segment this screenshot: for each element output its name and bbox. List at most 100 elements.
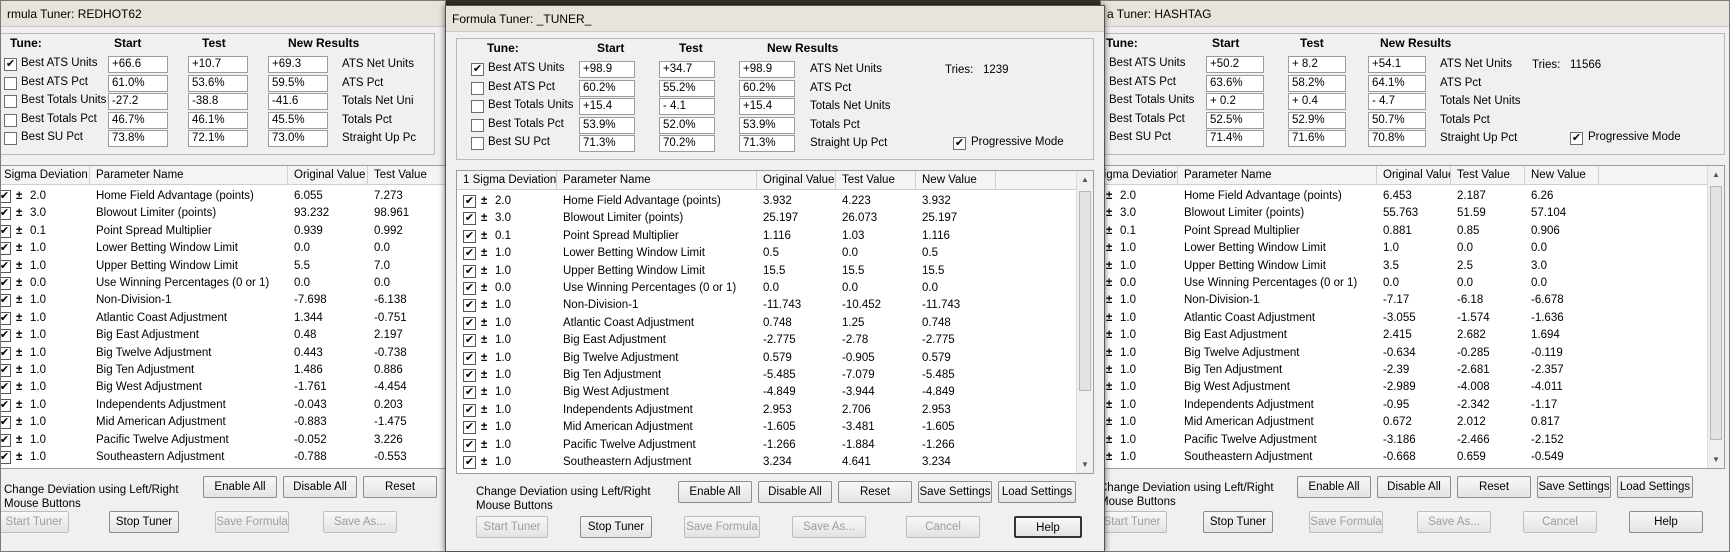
parameter-checkbox[interactable]: ✔ [463,195,476,208]
table-row[interactable]: ✔ ±1.0 Big Twelve Adjustment 0.443 -0.738 [1,345,445,362]
sigma-value[interactable]: 1.0 [30,240,46,257]
new-result-field[interactable]: 70.8% [1368,130,1426,147]
start-value-field[interactable]: 52.5% [1206,111,1264,129]
table-row[interactable]: ✔±0.1Point Spread Multiplier0.8810.850.9… [1101,223,1724,240]
cancel-button[interactable]: Cancel [1523,511,1597,533]
sigma-value[interactable]: 1.0 [1120,362,1136,379]
save-as-button[interactable]: Save As... [1417,511,1491,533]
save-settings-button[interactable]: Save Settings [1537,476,1611,498]
start-value-field[interactable]: +98.9 [579,61,635,78]
table-row[interactable]: ✔ ±1.0 Mid American Adjustment -1.605 -3.481… [457,419,1093,436]
table-row[interactable]: ✔ ±1.0 Pacific Twelve Adjustment -1.266 -1.8… [457,437,1093,454]
sigma-value[interactable]: 1.0 [30,362,46,379]
enable-all-button[interactable]: Enable All [678,481,752,503]
sigma-value[interactable]: 0.1 [30,223,46,240]
test-value-field[interactable]: 70.2% [659,135,715,152]
table-row[interactable]: ✔±1.0Southwestern Adjustment-0.508-2.816… [1101,466,1724,468]
table-row[interactable]: ✔±1.0Independents Adjustment-0.95-2.342-… [1101,397,1724,414]
table-row[interactable]: ✔±0.0Use Winning Percentages (0 or 1)0.0… [457,280,1093,297]
tune-checkbox[interactable] [4,132,17,145]
enable-all-button[interactable]: Enable All [1297,476,1371,498]
tune-checkbox[interactable] [4,76,17,90]
table-row[interactable]: ✔±1.0Pacific Twelve Adjustment-3.186-2.4… [1101,432,1724,449]
table-row[interactable]: ✔ ±0.1 Point Spread Multiplier 1.116 1.03 1.1… [457,228,1093,245]
table-row[interactable]: ✔ ±1.0 Lower Betting Window Limit 0.0 0.0 [1,240,445,257]
scroll-up-icon[interactable]: ▲ [1077,175,1093,184]
test-value-field[interactable]: 55.2% [659,79,715,97]
sigma-value[interactable]: 1.0 [1120,397,1136,414]
parameter-checkbox[interactable]: ✔ [463,473,476,474]
table-row[interactable]: ✔±3.0Blowout Limiter (points)55.76351.59… [1101,205,1724,222]
sigma-value[interactable]: 3.0 [30,205,46,222]
sigma-value[interactable]: 1.0 [30,345,46,362]
new-result-field[interactable]: 73.0% [268,130,328,147]
sigma-value[interactable]: 1.0 [495,367,511,384]
help-button[interactable]: Help [1629,511,1703,533]
test-value-field[interactable]: + 0.4 [1288,93,1346,110]
stop-tuner-button[interactable]: Stop Tuner [1203,511,1273,533]
tune-checkbox[interactable]: ✔ [4,58,17,71]
enable-all-button[interactable]: Enable All [203,476,277,498]
stop-tuner-button[interactable]: Stop Tuner [580,516,652,538]
test-value-field[interactable]: 58.2% [1288,74,1346,92]
test-value-header[interactable]: Test Value [1451,166,1525,185]
table-row[interactable]: ✔±1.0Big East Adjustment2.4152.6821.694 [1101,327,1724,344]
parameter-checkbox[interactable]: ✔ [463,229,476,243]
reset-button[interactable]: Reset [363,476,437,498]
parameter-checkbox[interactable]: ✔ [1,451,11,464]
sigma-value[interactable]: 0.0 [1120,275,1136,292]
sigma-value[interactable]: 0.1 [1120,223,1136,240]
parameter-checkbox[interactable]: ✔ [1,346,11,360]
table-row[interactable]: ✔±1.0Non-Division-1-7.17-6.18-6.678 [1101,292,1724,309]
new-result-field[interactable]: 45.5% [268,111,328,129]
load-settings-button[interactable]: Load Settings [1617,476,1693,498]
scroll-up-icon[interactable]: ▲ [1708,170,1724,179]
load-settings-button[interactable]: Load Settings [998,481,1076,503]
table-row[interactable]: ✔ ±0.1 Point Spread Multiplier 0.939 0.992 [1,223,445,240]
table-row[interactable]: ✔±1.0Upper Betting Window Limit3.52.53.0 [1101,258,1724,275]
test-value-field[interactable]: + 8.2 [1288,56,1346,73]
parameter-checkbox[interactable]: ✔ [1,364,11,377]
scroll-thumb[interactable] [1710,186,1722,440]
parameter-checkbox[interactable]: ✔ [1,259,11,273]
table-row[interactable]: ✔ ±1.0 Big West Adjustment -1.761 -4.454 [1,379,445,396]
tune-checkbox[interactable] [4,95,17,108]
sigma-value[interactable]: 3.0 [1120,205,1136,222]
sigma-value[interactable]: 1.0 [1120,310,1136,327]
disable-all-button[interactable]: Disable All [283,476,357,498]
start-tuner-button[interactable]: Start Tuner [1101,511,1167,533]
disable-all-button[interactable]: Disable All [758,481,832,503]
sigma-value[interactable]: 1.0 [1120,258,1136,275]
table-row[interactable]: ✔ ±2.0 Home Field Advantage (points) 3.932 4… [457,193,1093,210]
parameter-checkbox[interactable]: ✔ [463,264,476,278]
parameter-checkbox[interactable]: ✔ [463,369,476,382]
sigma-value[interactable]: 1.0 [30,466,46,468]
save-settings-button[interactable]: Save Settings [918,481,992,503]
new-result-field[interactable]: - 4.7 [1368,93,1426,110]
sigma-value[interactable]: 1.0 [1120,327,1136,344]
parameter-checkbox[interactable]: ✔ [1,398,11,412]
sigma-value[interactable]: 0.1 [495,228,511,245]
original-value-header[interactable]: Original Value [288,166,368,185]
test-value-header[interactable]: Test Value [368,166,445,185]
table-row[interactable]: ✔ ±1.0 Independents Adjustment -0.043 0.203 [1,397,445,414]
test-value-field[interactable]: +34.7 [659,61,715,78]
sigma-value[interactable]: 1.0 [1120,414,1136,431]
table-row[interactable]: ✔ ±1.0 Big East Adjustment 0.48 2.197 [1,327,445,344]
table-row[interactable]: ✔±1.0Mid American Adjustment0.6722.0120.… [1101,414,1724,431]
start-value-field[interactable]: 53.9% [579,116,635,134]
table-row[interactable]: ✔±1.0Big West Adjustment-2.989-4.008-4.0… [1101,379,1724,396]
sigma-value[interactable]: 1.0 [495,384,511,401]
param-name-header[interactable]: Parameter Name [90,166,288,185]
start-value-field[interactable]: -27.2 [108,93,168,110]
sigma-value[interactable]: 1.0 [495,471,511,473]
table-row[interactable]: ✔±0.0Use Winning Percentages (0 or 1)0.0… [1101,275,1724,292]
table-row[interactable]: ✔ ±1.0 Atlantic Coast Adjustment 1.344 -0.75… [1,310,445,327]
save-formula-button[interactable]: Save Formula [1309,511,1383,533]
scroll-down-icon[interactable]: ▼ [1077,460,1093,469]
sigma-header[interactable]: 1 Sigma Deviation [457,171,557,190]
tune-checkbox[interactable] [4,113,17,127]
start-value-field[interactable]: 60.2% [579,79,635,97]
tune-checkbox[interactable]: ✔ [471,63,484,76]
table-row[interactable]: ✔±1.0Big Ten Adjustment-2.39-2.681-2.357 [1101,362,1724,379]
